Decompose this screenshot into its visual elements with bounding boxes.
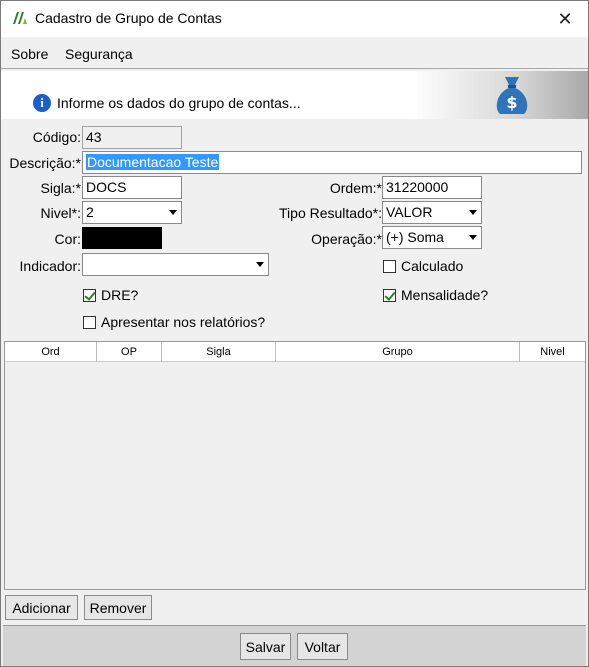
close-button[interactable]: ✕ — [542, 1, 588, 37]
menu-seguranca[interactable]: Segurança — [65, 46, 133, 62]
descricao-value: Documentacao Teste — [86, 154, 220, 170]
column-header-op[interactable]: OP — [97, 342, 162, 362]
app-logo-icon — [13, 12, 27, 24]
money-bag-icon: $ — [496, 77, 528, 114]
sigla-input[interactable]: DOCS — [82, 176, 182, 199]
menu-sobre[interactable]: Sobre — [11, 46, 48, 62]
info-icon: i — [33, 94, 51, 112]
svg-text:$: $ — [506, 93, 517, 112]
cor-label: Cor: — [54, 231, 81, 247]
operacao-select[interactable]: (+) Soma — [382, 226, 482, 249]
descricao-label: Descrição:* — [9, 155, 81, 171]
mensalidade-box[interactable] — [383, 288, 396, 302]
column-header-sigla[interactable]: Sigla — [162, 342, 276, 362]
column-header-nivel[interactable]: Nivel — [520, 342, 585, 362]
tipo-resultado-select[interactable]: VALOR — [382, 201, 482, 224]
remover-button[interactable]: Remover — [84, 595, 152, 620]
mensalidade-checkbox[interactable]: Mensalidade? — [383, 286, 488, 304]
chevron-down-icon — [469, 235, 477, 240]
adicionar-button[interactable]: Adicionar — [5, 595, 78, 620]
operacao-label: Operação:* — [311, 231, 382, 247]
window-title: Cadastro de Grupo de Contas — [35, 10, 222, 26]
grupos-table[interactable]: Ord OP Sigla Grupo Nivel — [4, 341, 586, 590]
salvar-button-label: Salvar — [245, 638, 286, 655]
apresentar-label: Apresentar nos relatórios? — [101, 314, 266, 330]
dre-checkbox[interactable]: DRE? — [83, 286, 138, 304]
footer-panel — [3, 625, 586, 666]
menu-bar: Sobre Segurança — [1, 39, 588, 69]
salvar-button[interactable]: Salvar — [240, 633, 291, 660]
codigo-field: 43 — [82, 126, 182, 149]
cor-swatch[interactable] — [82, 227, 162, 249]
sigla-label: Sigla:* — [40, 180, 81, 196]
voltar-button-label: Voltar — [304, 638, 341, 655]
close-icon: ✕ — [557, 8, 573, 29]
dre-box[interactable] — [83, 288, 96, 302]
calculado-box[interactable] — [383, 259, 396, 273]
ordem-label: Ordem:* — [329, 180, 382, 196]
column-header-ord[interactable]: Ord — [5, 342, 97, 362]
indicador-select[interactable] — [82, 253, 269, 276]
mensalidade-label: Mensalidade? — [401, 287, 489, 303]
title-bar: Cadastro de Grupo de Contas ✕ — [1, 1, 588, 37]
column-header-grupo[interactable]: Grupo — [276, 342, 520, 362]
apresentar-checkbox[interactable]: Apresentar nos relatórios? — [83, 313, 265, 331]
indicador-label: Indicador: — [19, 258, 81, 274]
header-message: Informe os dados do grupo de contas... — [57, 95, 301, 111]
nivel-select[interactable]: 2 — [82, 201, 182, 224]
dre-label: DRE? — [101, 287, 139, 303]
codigo-label: Código: — [32, 129, 81, 145]
cadastro-grupo-contas-window: Cadastro de Grupo de Contas ✕ Sobre Segu… — [0, 0, 589, 667]
chevron-down-icon — [256, 262, 264, 267]
chevron-down-icon — [169, 210, 177, 215]
chevron-down-icon — [469, 210, 477, 215]
ordem-input[interactable]: 31220000 — [382, 176, 482, 199]
tipo-resultado-label: Tipo Resultado*: — [279, 205, 382, 221]
voltar-button[interactable]: Voltar — [297, 633, 348, 660]
nivel-label: Nivel*: — [40, 205, 81, 221]
descricao-input[interactable]: Documentacao Teste — [82, 151, 582, 174]
calculado-checkbox[interactable]: Calculado — [383, 257, 463, 275]
apresentar-box[interactable] — [83, 315, 96, 329]
calculado-label: Calculado — [401, 258, 464, 274]
table-header: Ord OP Sigla Grupo Nivel — [5, 342, 585, 362]
